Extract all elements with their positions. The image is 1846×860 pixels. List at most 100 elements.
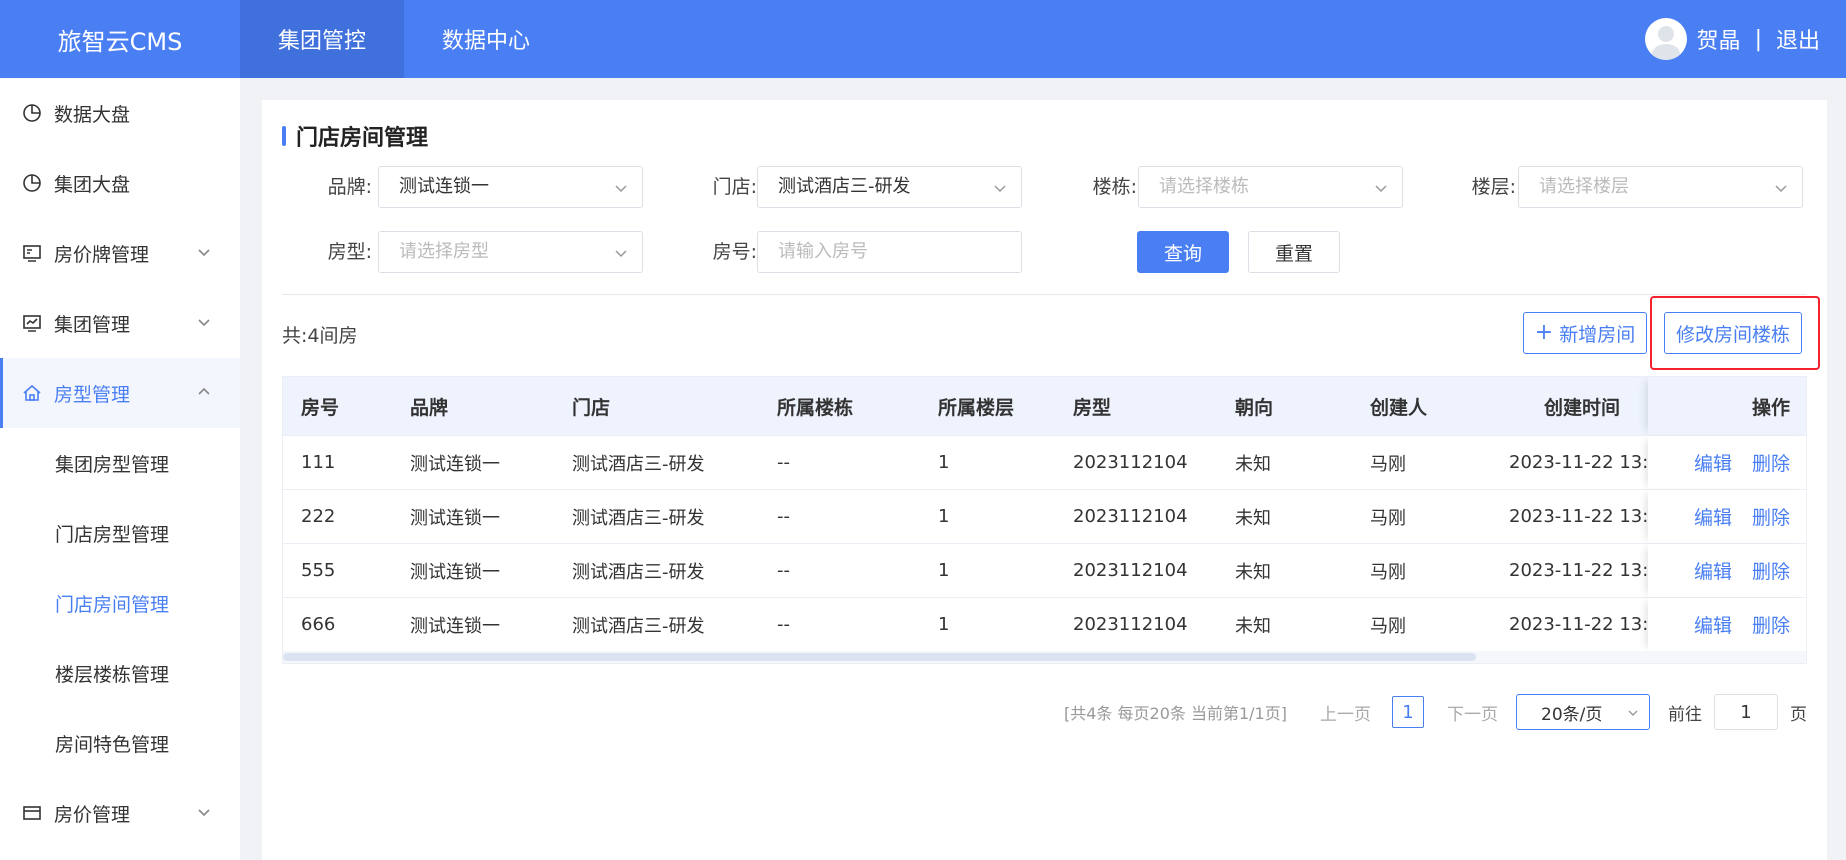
- edit-link[interactable]: 编辑: [1694, 557, 1732, 584]
- sidebar-item-room-type-management[interactable]: 房型管理: [0, 358, 240, 428]
- goto-page-input[interactable]: 1: [1714, 694, 1778, 730]
- add-room-button[interactable]: + 新增房间: [1523, 312, 1647, 354]
- delete-link[interactable]: 删除: [1752, 557, 1790, 584]
- row-actions: 编辑 删除: [1648, 436, 1806, 489]
- logout-link[interactable]: 退出: [1776, 23, 1820, 55]
- table-row: 111 测试连锁一 测试酒店三-研发 -- 1 2023112104 未知 马刚…: [283, 435, 1806, 489]
- chevron-down-icon: [615, 185, 627, 193]
- top-nav-group-control[interactable]: 集团管控: [240, 0, 405, 78]
- query-button[interactable]: 查询: [1137, 231, 1229, 273]
- sidebar-item-label: 房型管理: [54, 383, 131, 406]
- pagination-info-text: [共4条 每页20条 当前第1/1页]: [1064, 704, 1287, 723]
- pagination-current: 1: [1392, 694, 1424, 730]
- room-type-select[interactable]: 请选择房型: [378, 231, 643, 273]
- sidebar-item-group-dashboard[interactable]: 集团大盘: [0, 148, 240, 218]
- building-select-placeholder: 请选择楼栋: [1159, 176, 1249, 197]
- page-size-select[interactable]: 20条/页: [1516, 694, 1650, 730]
- top-nav-data-center[interactable]: 数据中心: [404, 0, 568, 78]
- edit-link[interactable]: 编辑: [1694, 611, 1732, 638]
- col-building: 所属楼栋: [777, 396, 854, 419]
- cell-creator: 马刚: [1370, 507, 1406, 529]
- sidebar-item-label: 集团管理: [54, 313, 131, 336]
- sidebar-subitem-store-room-type[interactable]: 门店房型管理: [0, 498, 240, 568]
- pagination-goto: 前往 1 页: [1668, 694, 1807, 730]
- room-type-select-placeholder: 请选择房型: [399, 241, 489, 262]
- chevron-down-icon: [198, 319, 210, 327]
- goto-label: 前往: [1668, 704, 1702, 725]
- cell-store: 测试酒店三-研发: [572, 561, 705, 583]
- cell-orientation: 未知: [1235, 453, 1271, 475]
- store-label: 门店:: [712, 176, 757, 198]
- sidebar-item-room-price[interactable]: 房价管理: [0, 778, 240, 848]
- page-number-current[interactable]: 1: [1392, 696, 1424, 728]
- wallet-icon: [22, 803, 42, 823]
- edit-room-building-button[interactable]: 修改房间楼栋: [1664, 312, 1802, 354]
- pagination-prev: 上一页: [1320, 694, 1371, 730]
- main-panel: 门店房间管理 品牌: 测试连锁一 门店: 测试酒店三-研发 楼栋: 请选择楼栋 …: [262, 100, 1827, 860]
- cell-orientation: 未知: [1235, 615, 1271, 637]
- cell-store: 测试酒店三-研发: [572, 615, 705, 637]
- plus-icon: +: [1534, 320, 1554, 345]
- floor-select[interactable]: 请选择楼层: [1518, 166, 1803, 208]
- page-size-value: 20条/页: [1541, 704, 1603, 725]
- user-name[interactable]: 贺晶: [1697, 23, 1741, 55]
- cell-room-no: 555: [301, 560, 336, 581]
- building-label: 楼栋:: [1092, 176, 1137, 198]
- sidebar: 数据大盘 集团大盘 房价牌管理 集团管理 房型管理 集团房型管理 门店房型管理 …: [0, 78, 240, 860]
- sidebar-item-data-dashboard[interactable]: 数据大盘: [0, 78, 240, 148]
- cell-orientation: 未知: [1235, 507, 1271, 529]
- cell-building: --: [777, 506, 790, 527]
- delete-link[interactable]: 删除: [1752, 503, 1790, 530]
- floor-select-placeholder: 请选择楼层: [1539, 176, 1629, 197]
- cell-room-type: 2023112104: [1073, 452, 1188, 473]
- cell-creator: 马刚: [1370, 615, 1406, 637]
- cell-floor: 1: [938, 452, 950, 473]
- room-table: 房号 品牌 门店 所属楼栋 所属楼层 房型 朝向 创建人 创建时间 操作 111…: [282, 376, 1807, 664]
- cell-orientation: 未知: [1235, 561, 1271, 583]
- sidebar-item-price-board[interactable]: 房价牌管理: [0, 218, 240, 288]
- cell-building: --: [777, 560, 790, 581]
- next-page-button[interactable]: 下一页: [1447, 700, 1498, 725]
- brand-select-value: 测试连锁一: [399, 176, 489, 197]
- price-board-icon: [22, 243, 42, 263]
- scrollbar-thumb[interactable]: [283, 653, 1476, 661]
- row-actions: 编辑 删除: [1648, 598, 1806, 651]
- edit-link[interactable]: 编辑: [1694, 503, 1732, 530]
- chevron-down-icon: [198, 809, 210, 817]
- room-number-label: 房号:: [712, 241, 757, 263]
- cell-room-type: 2023112104: [1073, 560, 1188, 581]
- row-actions: 编辑 删除: [1648, 544, 1806, 597]
- edit-link[interactable]: 编辑: [1694, 449, 1732, 476]
- delete-link[interactable]: 删除: [1752, 449, 1790, 476]
- sidebar-subitem-store-room[interactable]: 门店房间管理: [0, 568, 240, 638]
- top-header: 旅智云CMS 集团管控 数据中心 贺晶 | 退出: [0, 0, 1846, 78]
- horizontal-scrollbar[interactable]: [283, 651, 1806, 663]
- filter-divider: [282, 294, 1807, 295]
- cell-room-no: 666: [301, 614, 336, 635]
- sidebar-subitem-room-feature[interactable]: 房间特色管理: [0, 708, 240, 778]
- store-select[interactable]: 测试酒店三-研发: [757, 166, 1022, 208]
- top-nav: 集团管控 数据中心: [240, 0, 568, 78]
- chevron-down-icon: [1775, 185, 1787, 193]
- brand-select[interactable]: 测试连锁一: [378, 166, 643, 208]
- table-row: 666 测试连锁一 测试酒店三-研发 -- 1 2023112104 未知 马刚…: [283, 597, 1806, 651]
- sidebar-subitem-floor-building[interactable]: 楼层楼栋管理: [0, 638, 240, 708]
- cell-brand: 测试连锁一: [410, 453, 500, 475]
- prev-page-button[interactable]: 上一页: [1320, 700, 1371, 725]
- cell-building: --: [777, 614, 790, 635]
- sidebar-subitem-group-room-type[interactable]: 集团房型管理: [0, 428, 240, 498]
- cell-room-type: 2023112104: [1073, 506, 1188, 527]
- col-room-type: 房型: [1073, 396, 1112, 419]
- cell-creator: 马刚: [1370, 453, 1406, 475]
- reset-button[interactable]: 重置: [1248, 231, 1340, 273]
- chevron-up-icon: [198, 387, 210, 395]
- home-icon: [22, 383, 42, 403]
- delete-link[interactable]: 删除: [1752, 611, 1790, 638]
- room-number-input[interactable]: 请输入房号: [757, 231, 1022, 273]
- monitor-icon: [22, 313, 42, 333]
- cell-floor: 1: [938, 506, 950, 527]
- avatar[interactable]: [1644, 18, 1687, 60]
- sidebar-item-group-management[interactable]: 集团管理: [0, 288, 240, 358]
- table-header: 房号 品牌 门店 所属楼栋 所属楼层 房型 朝向 创建人 创建时间 操作: [283, 377, 1806, 435]
- building-select[interactable]: 请选择楼栋: [1138, 166, 1403, 208]
